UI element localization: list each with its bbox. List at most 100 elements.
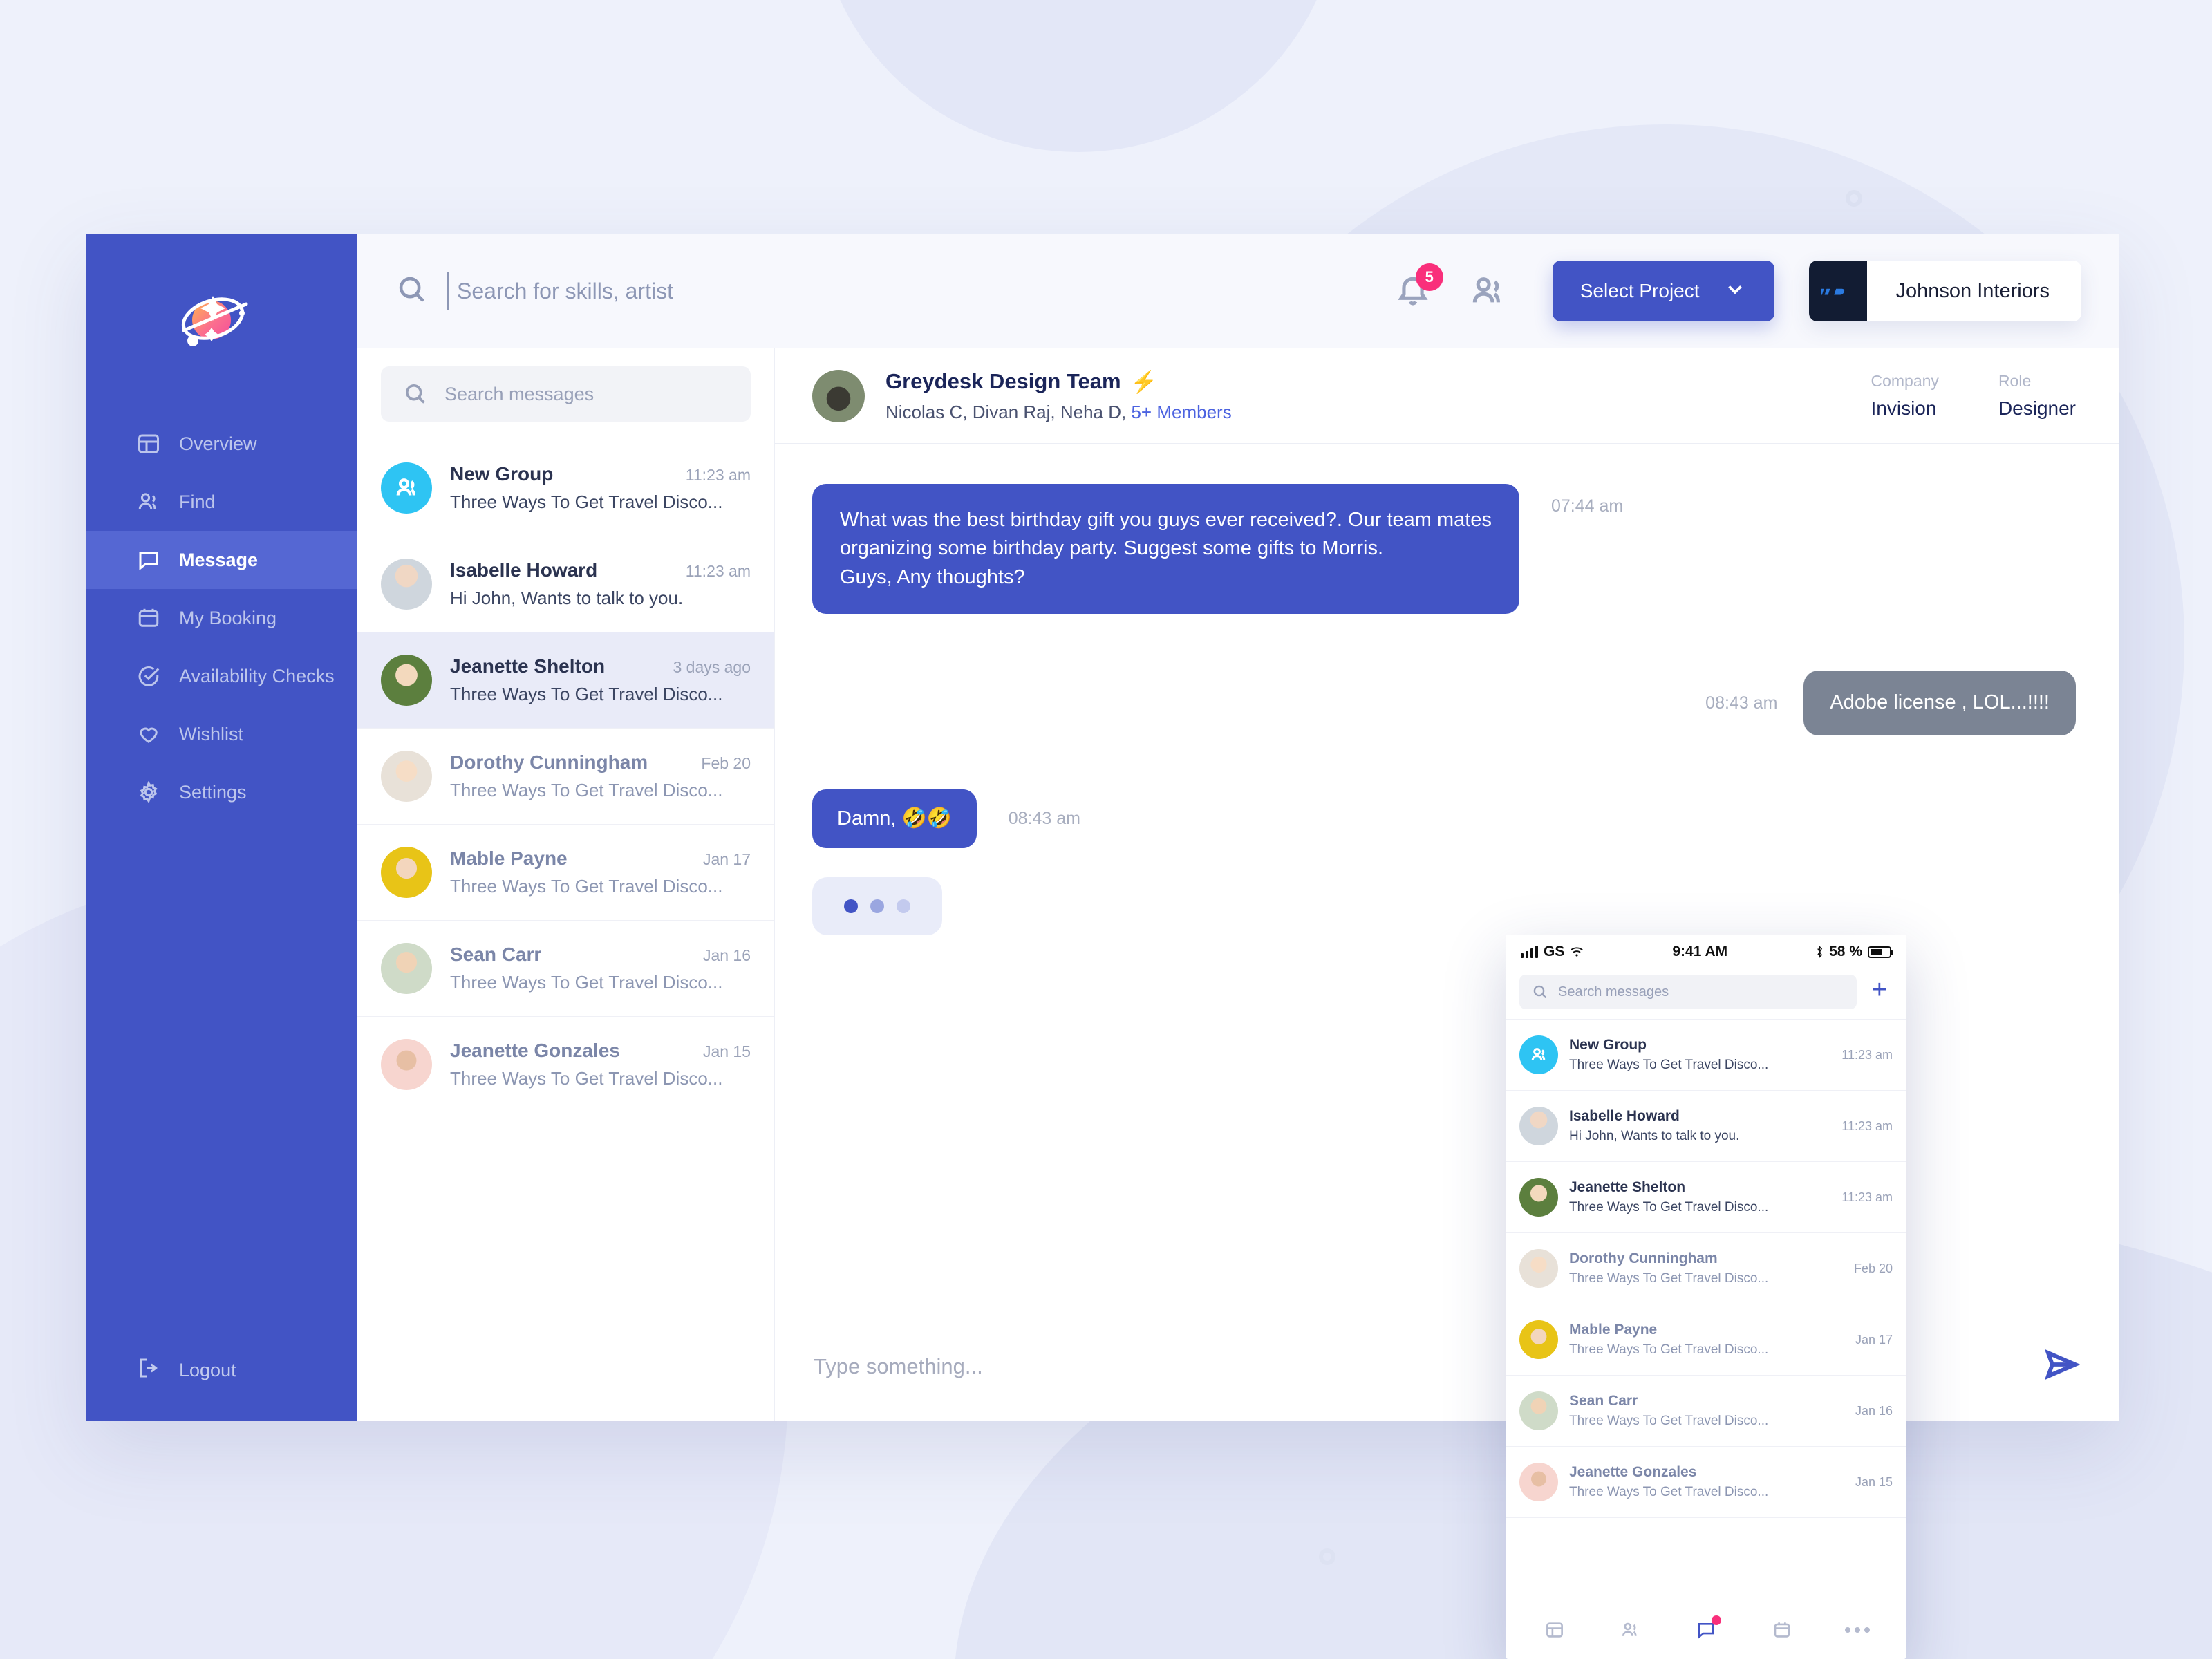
sidebar: Overview Find Message My Booking Availab… [86, 234, 357, 1421]
carrier-label: GS [1544, 944, 1565, 959]
sidebar-item-my-booking[interactable]: My Booking [86, 589, 357, 647]
list-item[interactable]: Jeanette Shelton Three Ways To Get Trave… [1506, 1161, 1906, 1232]
conversation-name: Jeanette Gonzales [450, 1039, 620, 1061]
message-row: What was the best birthday gift you guys… [812, 484, 2076, 615]
select-project-button[interactable]: Select Project [1552, 261, 1774, 321]
meta-value: Invision [1871, 397, 1937, 419]
tab-find[interactable] [1615, 1615, 1644, 1644]
list-item[interactable]: Isabelle Howard Hi John, Wants to talk t… [1506, 1090, 1906, 1161]
people-icon [396, 478, 415, 496]
list-item[interactable]: New Group 11:23 am Three Ways To Get Tra… [357, 440, 774, 536]
list-item[interactable]: Sean Carr Jan 16 Three Ways To Get Trave… [357, 920, 774, 1016]
status-time: 9:41 AM [1672, 944, 1728, 959]
status-badge [1711, 1615, 1721, 1625]
tab-more[interactable] [1843, 1615, 1872, 1644]
conversation-preview: Three Ways To Get Travel Disco... [1569, 1058, 1769, 1072]
list-item[interactable]: Dorothy Cunningham Three Ways To Get Tra… [1506, 1232, 1906, 1304]
notifications-button[interactable]: 5 [1394, 263, 1443, 310]
conversation-list-filler [357, 1112, 774, 1421]
list-item[interactable]: Jeanette Gonzales Jan 15 Three Ways To G… [357, 1016, 774, 1112]
list-item[interactable]: Mable Payne Three Ways To Get Travel Dis… [1506, 1304, 1906, 1375]
sidebar-item-find[interactable]: Find [86, 473, 357, 531]
gear-icon [136, 780, 161, 805]
status-right: 58 % [1816, 944, 1893, 960]
list-item[interactable]: Isabelle Howard 11:23 am Hi John, Wants … [357, 536, 774, 632]
sidebar-item-availability-checks[interactable]: Availability Checks [86, 647, 357, 705]
mobile-tab-bar [1506, 1600, 1906, 1659]
mobile-search-input[interactable]: Search messages [1519, 975, 1857, 1009]
conversation-name: New Group [1569, 1037, 1647, 1053]
conversation-time: Feb 20 [1853, 1261, 1893, 1275]
typing-dot [897, 899, 910, 914]
conversation-preview: Three Ways To Get Travel Disco... [1569, 1271, 1769, 1286]
heart-icon [136, 722, 161, 747]
org-switcher[interactable]: Johnson Interiors [1808, 261, 2081, 321]
conversation-name: Isabelle Howard [1569, 1108, 1680, 1124]
conversation-preview: Three Ways To Get Travel Disco... [450, 780, 723, 800]
message-line: What was the best birthday gift you guys… [840, 509, 1492, 531]
send-button[interactable] [2043, 1346, 2081, 1387]
sean-avatar [381, 943, 432, 994]
conversation-list-panel: Search messages New Group 11:23 am Three… [357, 348, 775, 1421]
members-link[interactable]: 5+ Members [1131, 402, 1231, 422]
logout-button[interactable]: Logout [86, 1356, 236, 1385]
layout-icon [1546, 1622, 1563, 1638]
list-item[interactable]: Dorothy Cunningham Feb 20 Three Ways To … [357, 728, 774, 824]
logout-icon [136, 1356, 161, 1385]
sidebar-item-label: My Booking [179, 607, 277, 628]
mable-avatar [381, 847, 432, 898]
team-avatar [812, 369, 865, 422]
new-message-button[interactable]: + [1869, 977, 1893, 1007]
message-line: Guys, Any thoughts? [840, 565, 1025, 588]
conversation-time: Jan 16 [702, 946, 751, 964]
typing-indicator [812, 877, 942, 936]
battery-icon [1868, 946, 1893, 958]
list-item-text: Jeanette Gonzales Three Ways To Get Trav… [1569, 1464, 1844, 1500]
conversation-name: Dorothy Cunningham [1569, 1250, 1718, 1266]
list-item[interactable]: Jeanette Gonzales Three Ways To Get Trav… [1506, 1446, 1906, 1517]
tab-booking[interactable] [1768, 1615, 1797, 1644]
jeanette-shelton-avatar [381, 655, 432, 706]
message-line: organizing some birthday party. Suggest … [840, 537, 1384, 560]
sidebar-item-wishlist[interactable]: Wishlist [86, 705, 357, 763]
conversation-name: Mable Payne [450, 847, 568, 869]
list-item[interactable]: New Group Three Ways To Get Travel Disco… [1506, 1019, 1906, 1090]
isabelle-avatar [1519, 1107, 1558, 1145]
conversation-preview: Hi John, Wants to talk to you. [1569, 1129, 1740, 1143]
list-item[interactable]: Sean Carr Three Ways To Get Travel Disco… [1506, 1375, 1906, 1446]
list-item-text: Mable Payne Three Ways To Get Travel Dis… [1569, 1322, 1844, 1358]
message-composer: Type something... [775, 1311, 2119, 1421]
mable-avatar [1519, 1320, 1558, 1359]
sidebar-item-overview[interactable]: Overview [86, 415, 357, 473]
list-item-text: New Group 11:23 am Three Ways To Get Tra… [450, 463, 751, 513]
sidebar-item-label: Settings [179, 781, 247, 803]
contacts-button[interactable] [1468, 272, 1507, 310]
list-item[interactable]: Mable Payne Jan 17 Three Ways To Get Tra… [357, 824, 774, 920]
list-item[interactable]: Jeanette Shelton 3 days ago Three Ways T… [357, 632, 774, 728]
conversation-title: Greydesk Design Team [885, 369, 1121, 393]
conversation-members: Nicolas C, Divan Raj, Neha D, 5+ Members [885, 402, 1232, 423]
conversation-time: 11:23 am [1841, 1047, 1893, 1062]
sidebar-item-settings[interactable]: Settings [86, 763, 357, 821]
list-item-text: Mable Payne Jan 17 Three Ways To Get Tra… [450, 847, 751, 897]
global-search[interactable]: Search for skills, artist [396, 272, 1394, 310]
wifi-icon [1571, 947, 1584, 957]
notification-badge: 5 [1415, 263, 1443, 291]
tab-overview[interactable] [1540, 1615, 1569, 1644]
conversation-time: 11:23 am [685, 562, 751, 580]
bg-ring-two [1319, 1548, 1335, 1565]
members-prefix: Nicolas C, Divan Raj, Neha D, [885, 401, 1127, 422]
app-logo [86, 234, 357, 406]
conversation-header: Greydesk Design Team ⚡ Nicolas C, Divan … [775, 348, 2119, 444]
conversation-search-input[interactable]: Search messages [381, 366, 751, 422]
conversation-time: 3 days ago [673, 658, 751, 676]
jeanette-shelton-avatar [1519, 1178, 1558, 1217]
tab-message[interactable] [1691, 1615, 1721, 1644]
sidebar-item-message[interactable]: Message [86, 531, 357, 589]
group-avatar [1519, 1035, 1558, 1074]
meta-company: Company Invision [1871, 372, 1939, 420]
message-row: 08:43 am Adobe license , LOL...!!!! [812, 671, 2076, 735]
conversation-search-wrap: Search messages [357, 348, 774, 440]
sidebar-item-label: Wishlist [179, 723, 243, 744]
meta-value: Designer [1998, 397, 2076, 419]
